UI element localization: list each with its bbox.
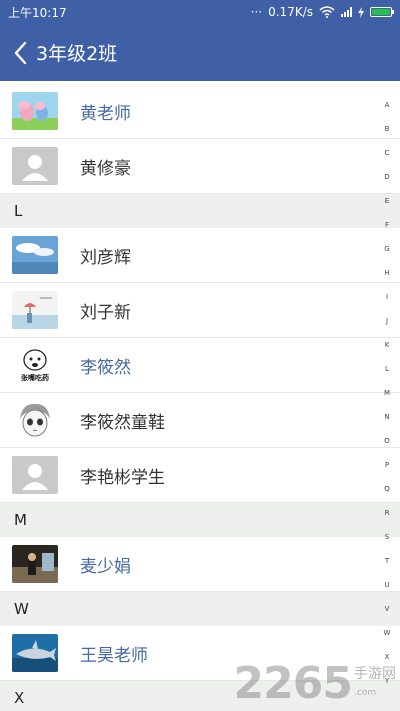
contact-name: 麦少娟 <box>80 556 131 577</box>
index-letter[interactable]: J <box>386 309 388 333</box>
index-letter[interactable]: S <box>385 525 389 549</box>
section-header-l: L <box>0 194 400 228</box>
contact-name: 刘子新 <box>80 302 131 323</box>
contact-row[interactable]: 李筱然童鞋 <box>0 393 400 448</box>
contact-row[interactable]: 张嘴吃药 李筱然 <box>0 338 400 393</box>
index-letter[interactable]: D <box>384 165 389 189</box>
person-photo <box>12 545 58 583</box>
status-bar: 上午10:17 ··· 0.17K/s <box>0 0 400 24</box>
contact-name: 黄修豪 <box>80 158 131 179</box>
index-letter[interactable]: W <box>384 621 391 645</box>
contact-row[interactable]: 刘子新 <box>0 283 400 338</box>
contact-row[interactable]: 黄老师 <box>0 84 400 139</box>
sky-photo <box>12 236 58 274</box>
index-letter[interactable]: M <box>384 381 390 405</box>
contact-name: 刘彦辉 <box>80 247 131 268</box>
contact-row[interactable]: 黄修豪 <box>0 139 400 194</box>
index-letter[interactable]: T <box>385 549 389 573</box>
section-header-m: M <box>0 503 400 537</box>
index-letter[interactable]: B <box>385 117 390 141</box>
status-dots: ··· <box>250 5 263 19</box>
contact-name: 李筱然 <box>80 357 131 378</box>
index-letter[interactable]: C <box>385 141 390 165</box>
index-letter[interactable]: R <box>385 501 390 525</box>
default-avatar-icon <box>12 147 58 185</box>
contact-name: 王昊老师 <box>80 645 148 666</box>
watermark: 2265 手游网 .com <box>234 658 396 709</box>
page-title: 3年级2班 <box>36 43 118 65</box>
alphabet-index[interactable]: A B C D E F G H I J K L M N O P Q R S T … <box>380 93 394 711</box>
index-letter[interactable]: G <box>384 237 389 261</box>
index-letter[interactable]: E <box>385 189 389 213</box>
index-letter[interactable]: V <box>385 597 390 621</box>
index-letter[interactable]: P <box>385 453 389 477</box>
watermark-text: 手游网 .com <box>354 666 396 698</box>
index-letter[interactable]: F <box>385 213 389 237</box>
battery-icon <box>370 7 394 17</box>
index-letter[interactable]: Q <box>384 477 390 501</box>
contact-row[interactable]: 麦少娟 <box>0 537 400 592</box>
contact-row[interactable]: 刘彦辉 <box>0 228 400 283</box>
umbrella-photo <box>12 291 58 329</box>
contact-list[interactable]: 黄老师 黄修豪 L 刘彦辉 刘子新 张嘴吃药 李筱然 李筱然童鞋 李艳彬学生 M… <box>0 84 400 711</box>
index-letter[interactable]: N <box>384 405 389 429</box>
contact-row[interactable]: 李艳彬学生 <box>0 448 400 503</box>
signal-icon <box>341 7 352 17</box>
contact-name: 李艳彬学生 <box>80 467 165 488</box>
index-letter[interactable]: U <box>384 573 389 597</box>
chevron-left-icon <box>14 41 27 64</box>
anime-face <box>12 401 58 439</box>
default-avatar-icon <box>12 456 58 494</box>
watermark-number: 2265 <box>233 658 353 709</box>
index-letter[interactable]: O <box>384 429 390 453</box>
index-letter[interactable]: K <box>385 333 390 357</box>
section-header-w: W <box>0 592 400 626</box>
peppa-pig-icon <box>12 92 58 130</box>
cartoon-face: 张嘴吃药 <box>12 346 58 384</box>
network-speed: 0.17K/s <box>268 5 313 19</box>
status-time: 上午10:17 <box>8 5 67 20</box>
shark-photo <box>12 634 58 672</box>
index-letter[interactable]: A <box>385 93 390 117</box>
contact-name: 黄老师 <box>80 103 131 124</box>
avatar-caption: 张嘴吃药 <box>21 374 49 382</box>
contact-name: 李筱然童鞋 <box>80 412 165 433</box>
title-bar: 3年级2班 <box>0 24 400 81</box>
index-letter[interactable]: H <box>384 261 389 285</box>
charging-icon <box>358 6 364 18</box>
back-button[interactable] <box>4 24 36 81</box>
wifi-icon <box>319 6 335 18</box>
index-letter[interactable]: L <box>385 357 389 381</box>
index-letter[interactable]: I <box>386 285 388 309</box>
